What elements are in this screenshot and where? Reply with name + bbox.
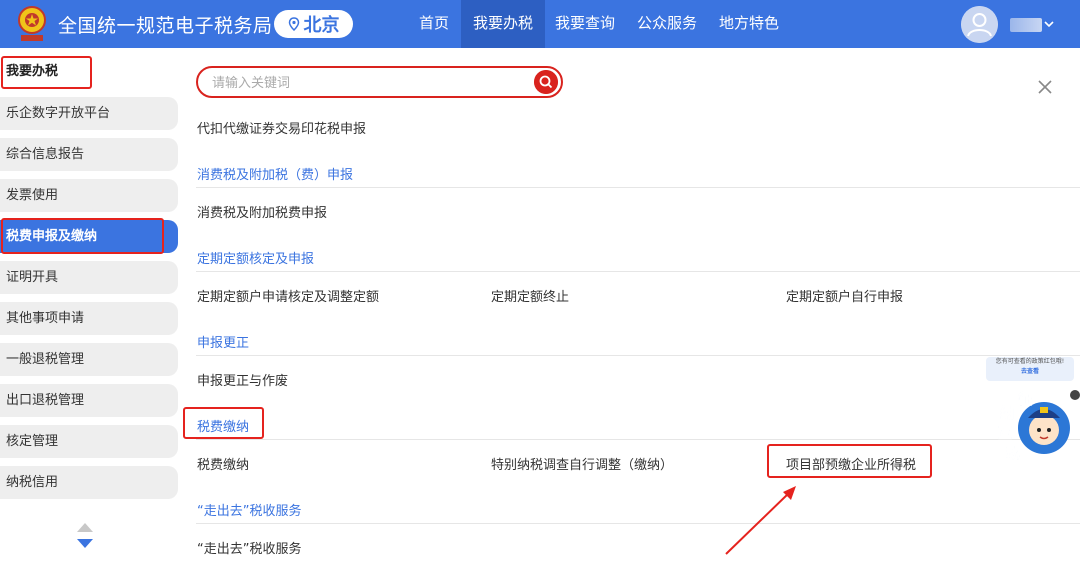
nav-do-tax[interactable]: 我要办税 [461,0,546,48]
chevron-down-icon[interactable] [1044,19,1054,29]
location-pin-icon [288,17,299,31]
widget-char: 动 [1006,445,1020,462]
widget-char: 征 [1018,391,1032,408]
city-selector[interactable]: 北京 [274,10,353,38]
nav-query[interactable]: 我要查询 [543,0,627,48]
service-link[interactable]: 定期定额户自行申报 [786,286,903,305]
bubble-text: 您有可查看的政策红包哦! [995,358,1065,365]
service-link[interactable]: “走出去”税收服务 [197,538,301,557]
service-link[interactable]: 定期定额终止 [491,286,569,305]
service-link[interactable]: 代扣代缴证券交易印花税申报 [197,118,366,137]
nav-public-service[interactable]: 公众服务 [625,0,709,48]
scroll-arrows-icon[interactable] [76,522,94,550]
tax-emblem-icon[interactable] [14,4,50,44]
widget-char: 纳 [1000,405,1014,422]
divider [196,187,1080,188]
highlight-box [1,218,164,254]
category-title: 消费税及附加税（费）申报 [197,168,354,183]
user-avatar-icon[interactable] [961,6,998,43]
service-link[interactable]: 特别纳税调查自行调整（缴纳） [491,454,673,473]
service-link[interactable]: 消费税及附加税费申报 [197,202,327,221]
sidebar: 我要办税 乐企数字开放平台 综合信息报告 发票使用 税费申报及缴纳 证明开具 其… [0,48,180,584]
search-input[interactable] [210,73,514,93]
service-link[interactable]: 定期定额户申请核定及调整定额 [197,286,379,305]
nav-local-feature[interactable]: 地方特色 [707,0,791,48]
service-link[interactable]: 税费缴纳 [197,454,249,473]
user-name[interactable] [1010,18,1042,32]
highlight-box [183,407,264,439]
close-icon[interactable] [1036,78,1054,96]
site-title[interactable]: 全国统一规范电子税务局 [58,11,273,38]
interaction-widget-icon[interactable]: 征 纳 互 动 [996,388,1076,464]
divider [196,271,1080,272]
sidebar-item-export-refund[interactable]: 出口退税管理 [0,384,178,417]
sidebar-item-other-apply[interactable]: 其他事项申请 [0,302,178,335]
category-title: 申报更正 [197,336,250,351]
bubble-link[interactable]: 去查看 [986,367,1074,377]
divider [196,523,1080,524]
annotation-arrow-icon [725,486,796,555]
highlight-box [1,56,92,89]
search-icon[interactable] [534,70,558,94]
widget-char: 互 [998,426,1012,442]
divider [196,355,1080,356]
divider [196,439,1080,440]
sidebar-item-verification[interactable]: 核定管理 [0,425,178,458]
nav-home[interactable]: 首页 [407,0,461,48]
category-title: 定期定额核定及申报 [197,252,315,267]
service-link[interactable]: 申报更正与作废 [197,370,288,389]
top-header: 全国统一规范电子税务局 北京 首页 我要办税 我要查询 公众服务 地方特色 [0,0,1080,48]
sidebar-item-invoice[interactable]: 发票使用 [0,179,178,212]
city-label: 北京 [303,15,340,36]
highlight-box [767,444,932,478]
sidebar-item-info-report[interactable]: 综合信息报告 [0,138,178,171]
sidebar-item-leqi-platform[interactable]: 乐企数字开放平台 [0,97,178,130]
sidebar-item-certificate[interactable]: 证明开具 [0,261,178,294]
sidebar-item-tax-credit[interactable]: 纳税信用 [0,466,178,499]
sidebar-item-general-refund[interactable]: 一般退税管理 [0,343,178,376]
policy-bubble[interactable]: 您有可查看的政策红包哦! 去查看 [986,357,1074,381]
search-box[interactable] [196,66,563,98]
category-title: “走出去”税收服务 [197,504,302,519]
